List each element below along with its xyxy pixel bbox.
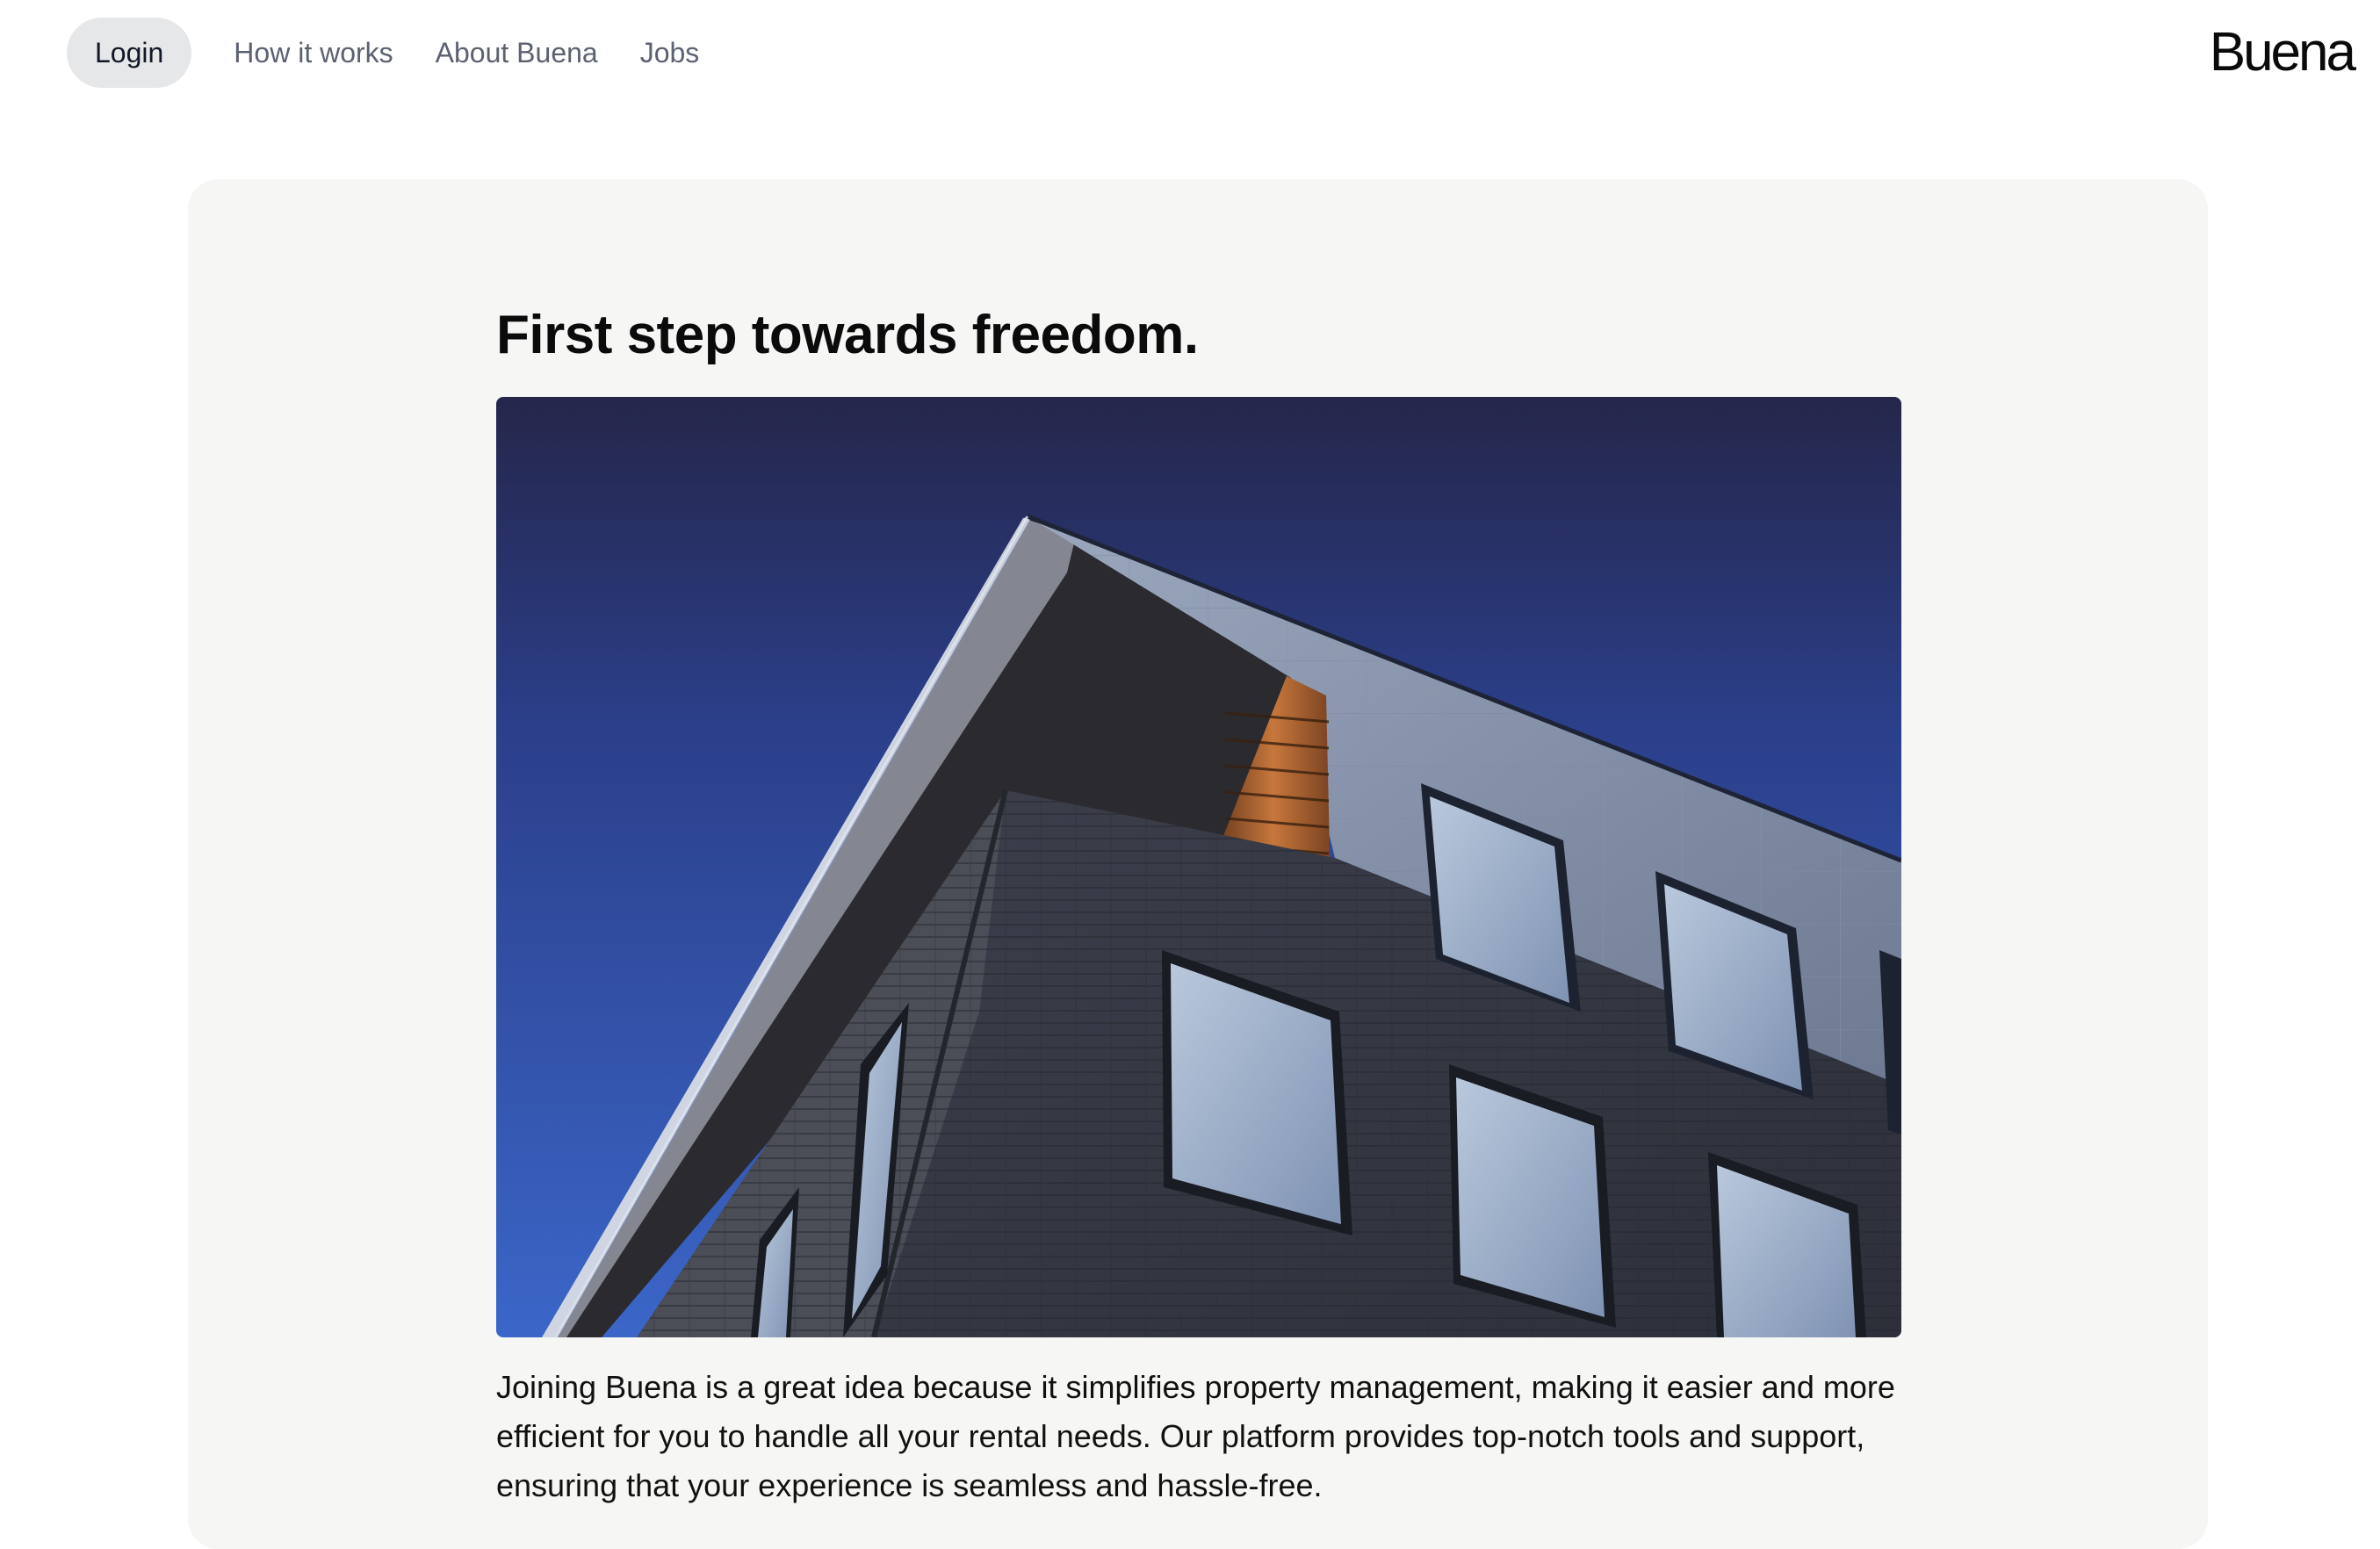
page-headline: First step towards freedom. bbox=[496, 305, 1199, 365]
nav-link-about-buena[interactable]: About Buena bbox=[436, 18, 598, 88]
hero-image bbox=[496, 397, 1901, 1337]
main-nav: Login How it works About Buena Jobs bbox=[67, 18, 699, 88]
intro-paragraph: Joining Buena is a great idea because it… bbox=[496, 1369, 1895, 1503]
top-navigation-bar: Login How it works About Buena Jobs Buen… bbox=[0, 0, 2380, 105]
nav-link-how-it-works[interactable]: How it works bbox=[234, 18, 393, 88]
buena-logo[interactable]: Buena bbox=[2210, 21, 2356, 84]
login-button[interactable]: Login bbox=[67, 18, 192, 88]
nav-link-jobs[interactable]: Jobs bbox=[640, 18, 700, 88]
building-photo-icon bbox=[496, 397, 1901, 1337]
